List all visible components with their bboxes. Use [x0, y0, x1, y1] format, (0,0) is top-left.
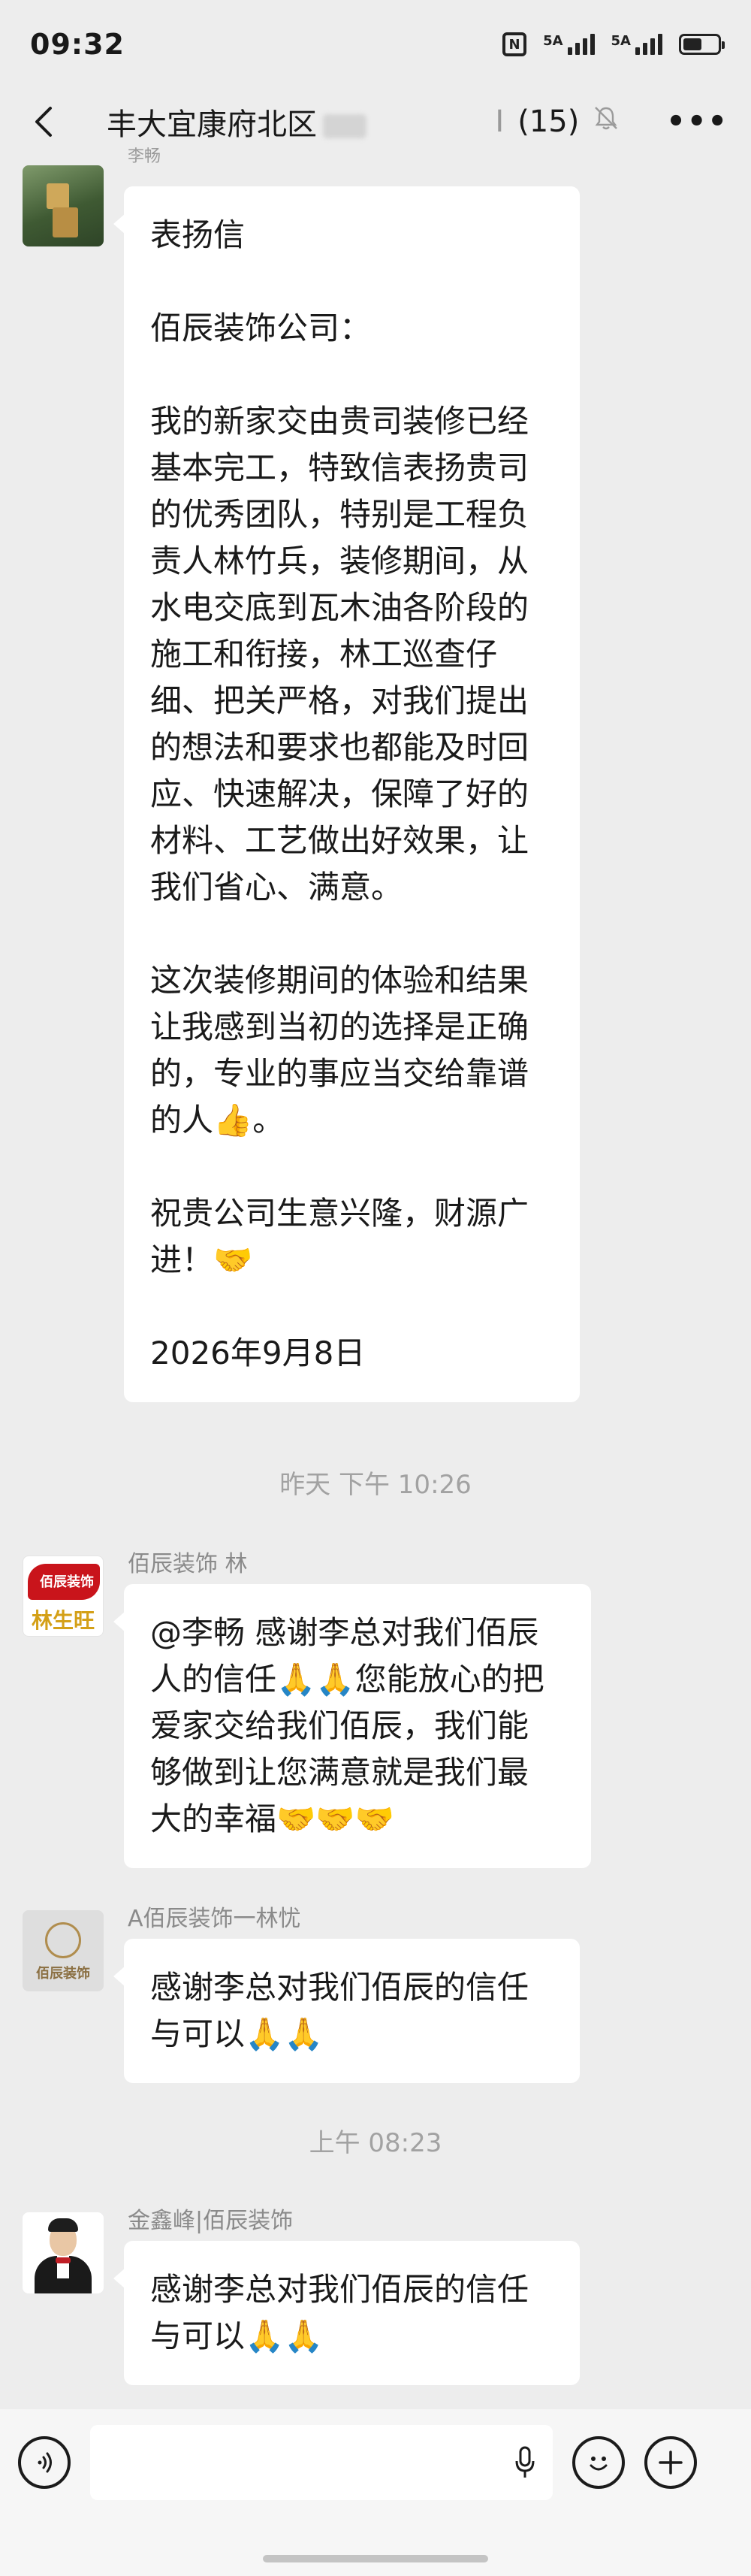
- avatar-logo-text: 佰辰装饰: [36, 1966, 90, 1982]
- chat-title-text: 丰大宜康府北区: [107, 107, 317, 142]
- voice-icon: [38, 2452, 52, 2473]
- signal-icon: 5A: [611, 33, 662, 55]
- back-chevron-icon: [35, 107, 52, 137]
- nfc-icon: N: [502, 32, 527, 56]
- avatar-logo-text: 佰辰装饰: [40, 1574, 94, 1590]
- sender-name: 佰辰装饰 林: [128, 1551, 248, 1577]
- voice-button[interactable]: [18, 2436, 71, 2489]
- company-ring-icon: [45, 1922, 81, 1958]
- message-text: @李畅 感谢李总对我们佰辰 人的信任🙏🙏您能放心的把 爱家交给我们佰辰，我们能 …: [150, 1614, 544, 1837]
- avatar[interactable]: [23, 2212, 104, 2293]
- home-indicator[interactable]: [263, 2555, 488, 2562]
- input-bar: [0, 2409, 751, 2516]
- avatar[interactable]: 佰辰装饰: [23, 1910, 104, 1991]
- mute-bell-icon: [593, 104, 620, 139]
- sender-name: 金鑫峰|佰辰装饰: [128, 2208, 294, 2234]
- plus-button[interactable]: [644, 2436, 697, 2489]
- more-button[interactable]: •••: [666, 107, 728, 137]
- sender-name: 李畅: [128, 147, 161, 166]
- message-bubble[interactable]: @李畅 感谢李总对我们佰辰 人的信任🙏🙏您能放心的把 爱家交给我们佰辰，我们能 …: [113, 1584, 591, 1868]
- avatar-name: 林生旺: [31, 1608, 95, 1633]
- member-count: (15): [517, 104, 580, 139]
- gesture-area: [0, 2516, 751, 2576]
- plus-icon: [659, 2451, 683, 2475]
- sender-name: A佰辰装饰一林忧: [128, 1906, 301, 1932]
- avatar[interactable]: 佰辰装饰 林生旺: [23, 1556, 104, 1637]
- signal-label: 5A: [611, 33, 631, 49]
- header-right: Ι (15) •••: [495, 104, 728, 139]
- message-bubble[interactable]: 感谢李总对我们佰辰的信任 与可以🙏🙏: [113, 2241, 580, 2385]
- message-input[interactable]: [90, 2425, 553, 2500]
- message-text: 表扬信 佰辰装饰公司： 我的新家交由贵司装修已经 基本完工，特致信表扬贵司 的优…: [150, 216, 529, 1371]
- avatar[interactable]: [23, 165, 104, 246]
- status-time: 09:32: [30, 28, 125, 61]
- title-redaction: [323, 114, 366, 138]
- status-bar: 09:32 N 5A 5A: [0, 0, 751, 89]
- text-cursor-icon: Ι: [495, 104, 505, 139]
- status-icons: N 5A 5A: [502, 32, 725, 56]
- signal-icon: 5A: [543, 33, 595, 55]
- chat-timestamp: 昨天 下午 10:26: [279, 1470, 472, 1500]
- signal-label: 5A: [543, 33, 563, 49]
- battery-icon: [679, 34, 725, 55]
- chat-timestamp: 上午 08:23: [309, 2128, 442, 2158]
- chat-title: 丰大宜康府北区: [107, 100, 366, 144]
- chat-area[interactable]: 李畅 表扬信 佰辰装饰公司： 我的新家交由贵司装修已经 基本完工，特致信表扬贵司…: [0, 147, 751, 2552]
- message-text: 感谢李总对我们佰辰的信任 与可以🙏🙏: [150, 2271, 529, 2354]
- message-bubble[interactable]: 感谢李总对我们佰辰的信任 与可以🙏🙏: [113, 1939, 580, 2083]
- back-button[interactable]: [23, 101, 65, 143]
- more-dots-icon: •••: [666, 104, 728, 139]
- emoji-icon: [590, 2457, 608, 2471]
- emoji-button[interactable]: [572, 2436, 625, 2489]
- mic-icon[interactable]: [515, 2446, 535, 2479]
- message-bubble[interactable]: 表扬信 佰辰装饰公司： 我的新家交由贵司装修已经 基本完工，特致信表扬贵司 的优…: [113, 186, 580, 1402]
- message-text: 感谢李总对我们佰辰的信任 与可以🙏🙏: [150, 1969, 529, 2052]
- chat-header: 丰大宜康府北区 Ι (15) •••: [0, 89, 751, 155]
